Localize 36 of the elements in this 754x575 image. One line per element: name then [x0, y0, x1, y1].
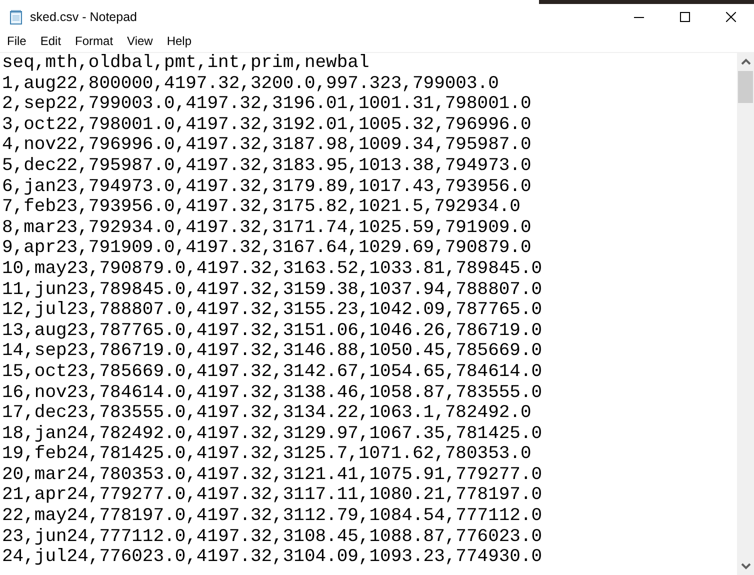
menu-item[interactable]: View: [120, 34, 160, 48]
text-line: 8,mar23,792934.0,4197.32,3171.74,1025.59,791909.0: [2, 218, 532, 238]
text-line: 10,may23,790879.0,4197.32,3163.52,1033.81,789845.0: [2, 258, 544, 280]
notepad-icon: [8, 9, 24, 25]
text-line: 12,jul23,788807.0,4197.32,3155.23,1042.09,787765.0: [2, 300, 544, 321]
text-line: 2,sep22,799003.0,4197.32,3196.01,1001.31,798001.0: [2, 94, 532, 115]
text-line: 18,jan24,782492.0,4197.32,3129.97,1067.35,781425.0: [2, 424, 544, 444]
text-line: 17,dec23,783555.0,4197.32,3134.22,1063.1,782492.0: [2, 403, 532, 424]
text-line: 16,nov23,784614.0,4197.32,3138.46,1058.87,783555.0: [2, 382, 544, 404]
menu-item[interactable]: File: [0, 34, 34, 48]
text-line: seq,mth,oldbal,pmt,int,prim,newbal: [2, 53, 370, 74]
text-line: 6,jan23,794973.0,4197.32,3179.89,1017.43,793956.0: [2, 176, 532, 198]
text-line: 24,jul24,776023.0,4197.32,3104.09,1093.23,774930.0: [2, 547, 544, 568]
text-line: 21,apr24,779277.0,4197.32,3117.11,1080.21,778197.0: [2, 485, 544, 506]
text-line: 9,apr23,791909.0,4197.32,3167.64,1029.69,790879.0: [2, 238, 532, 259]
text-line: 23,jun24,777112.0,4197.32,3108.45,1088.87,776023.0: [2, 526, 544, 548]
text-line: 3,oct22,798001.0,4197.32,3192.01,1005.32,796996.0: [2, 114, 532, 136]
text-line: 4,nov22,796996.0,4197.32,3187.98,1009.34,795987.0: [2, 135, 532, 156]
scrollbar-thumb[interactable]: [738, 71, 753, 103]
text-line: 19,feb24,781425.0,4197.32,3125.7,1071.62,780353.0: [2, 444, 532, 465]
text-line: 5,dec22,795987.0,4197.32,3183.95,1013.38,794973.0: [2, 156, 532, 177]
text-line: 13,aug23,787765.0,4197.32,3151.06,1046.26,786719.0: [2, 320, 544, 342]
scrollbar[interactable]: [737, 53, 754, 575]
close-icon: [726, 12, 736, 22]
menu-item[interactable]: Edit: [33, 34, 68, 48]
text-line: 1,aug22,800000,4197.32,3200.0,997.323,799003.0: [2, 74, 500, 94]
menu-item[interactable]: Format: [68, 34, 120, 48]
text-line: 7,feb23,793956.0,4197.32,3175.82,1021.5,792934.0: [2, 197, 522, 218]
menu-item[interactable]: Help: [160, 34, 199, 48]
text-line: 22,may24,778197.0,4197.32,3112.79,1084.54,777112.0: [2, 506, 544, 527]
window-title: sked.csv - Notepad: [30, 10, 137, 24]
text-line: 14,sep23,786719.0,4197.32,3146.88,1050.45,785669.0: [2, 341, 544, 362]
text-line: 15,oct23,785669.0,4197.32,3142.67,1054.65,784614.0: [2, 362, 544, 382]
maximize-icon: [680, 12, 690, 22]
text-line: 11,jun23,789845.0,4197.32,3159.38,1037.94,788807.0: [2, 280, 544, 300]
text-line: 20,mar24,780353.0,4197.32,3121.41,1075.91,779277.0: [2, 464, 544, 486]
